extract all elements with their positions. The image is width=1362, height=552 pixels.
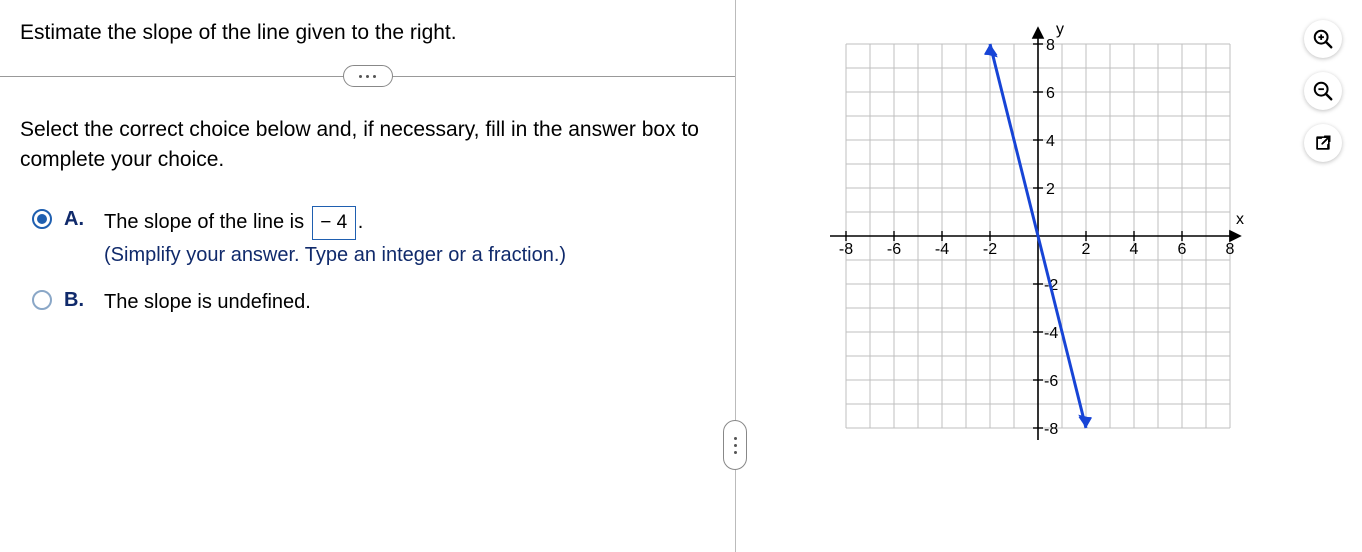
question-panel: Estimate the slope of the line given to … — [0, 0, 735, 552]
tick-x-neg6: -6 — [887, 241, 901, 258]
x-axis-label: x — [1236, 211, 1244, 228]
dot-icon — [373, 75, 376, 78]
choice-a-label: A. — [64, 208, 92, 231]
y-axis-label: y — [1056, 21, 1064, 38]
choice-b-text: The slope is undefined. — [104, 291, 311, 313]
tick-y-p4: 4 — [1046, 133, 1055, 150]
choice-a-text-before: The slope of the line is — [104, 211, 310, 233]
dot-icon — [366, 75, 369, 78]
open-new-window-button[interactable] — [1304, 124, 1342, 162]
tick-x-pos2: 2 — [1082, 241, 1091, 258]
divider — [0, 65, 735, 89]
question-text: Estimate the slope of the line given to … — [20, 18, 715, 47]
figure-panel: -8 -6 -4 -2 2 4 6 8 8 6 4 2 -2 -4 — [736, 0, 1362, 552]
radio-a[interactable] — [32, 209, 52, 229]
choices-list: A. The slope of the line is − 4. (Simpli… — [20, 206, 715, 317]
tick-x-neg2: -2 — [983, 241, 997, 258]
choice-a-hint: (Simplify your answer. Type an integer o… — [104, 244, 566, 266]
more-options-button[interactable] — [343, 65, 393, 87]
zoom-in-button[interactable] — [1304, 20, 1342, 58]
answer-input[interactable]: − 4 — [312, 206, 356, 239]
zoom-out-button[interactable] — [1304, 72, 1342, 110]
choice-a-text-after: . — [358, 211, 364, 233]
tick-y-n6: -6 — [1044, 373, 1058, 390]
choice-a: A. The slope of the line is − 4. (Simpli… — [32, 206, 715, 270]
tick-x-neg8: -8 — [839, 241, 853, 258]
zoom-out-icon — [1312, 80, 1334, 102]
instruction-text: Select the correct choice below and, if … — [20, 115, 715, 174]
choice-b: B. The slope is undefined. — [32, 287, 715, 318]
choice-b-label: B. — [64, 289, 92, 312]
tick-y-p8: 8 — [1046, 37, 1055, 54]
radio-b[interactable] — [32, 290, 52, 310]
zoom-in-icon — [1312, 28, 1334, 50]
tick-x-pos8: 8 — [1226, 241, 1235, 258]
tick-x-pos4: 4 — [1130, 241, 1139, 258]
tick-y-p6: 6 — [1046, 85, 1055, 102]
dot-icon — [359, 75, 362, 78]
tick-x-pos6: 6 — [1178, 241, 1187, 258]
tick-x-neg4: -4 — [935, 241, 949, 258]
graph: -8 -6 -4 -2 2 4 6 8 8 6 4 2 -2 -4 — [816, 20, 1246, 460]
graph-tools — [1304, 20, 1342, 162]
graph-svg: -8 -6 -4 -2 2 4 6 8 8 6 4 2 -2 -4 — [816, 20, 1246, 460]
tick-y-p2: 2 — [1046, 181, 1055, 198]
tick-y-n8: -8 — [1044, 421, 1058, 438]
tick-y-n4: -4 — [1044, 325, 1058, 342]
open-in-new-icon — [1313, 133, 1333, 153]
